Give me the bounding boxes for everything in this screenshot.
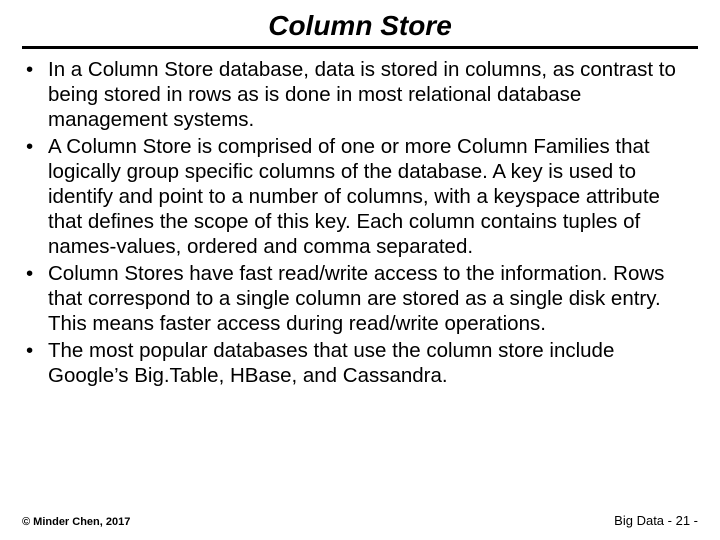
bullet-list: In a Column Store database, data is stor… <box>22 57 698 388</box>
footer: © Minder Chen, 2017 Big Data - 21 - <box>22 513 698 528</box>
copyright-text: © Minder Chen, 2017 <box>22 516 130 528</box>
list-item: The most popular databases that use the … <box>26 338 694 388</box>
list-item: In a Column Store database, data is stor… <box>26 57 694 132</box>
list-item: Column Stores have fast read/write acces… <box>26 261 694 336</box>
list-item: A Column Store is comprised of one or mo… <box>26 134 694 259</box>
slide: Column Store In a Column Store database,… <box>0 0 720 540</box>
slide-title: Column Store <box>22 10 698 42</box>
page-number: Big Data - 21 - <box>614 513 698 528</box>
title-rule <box>22 46 698 49</box>
